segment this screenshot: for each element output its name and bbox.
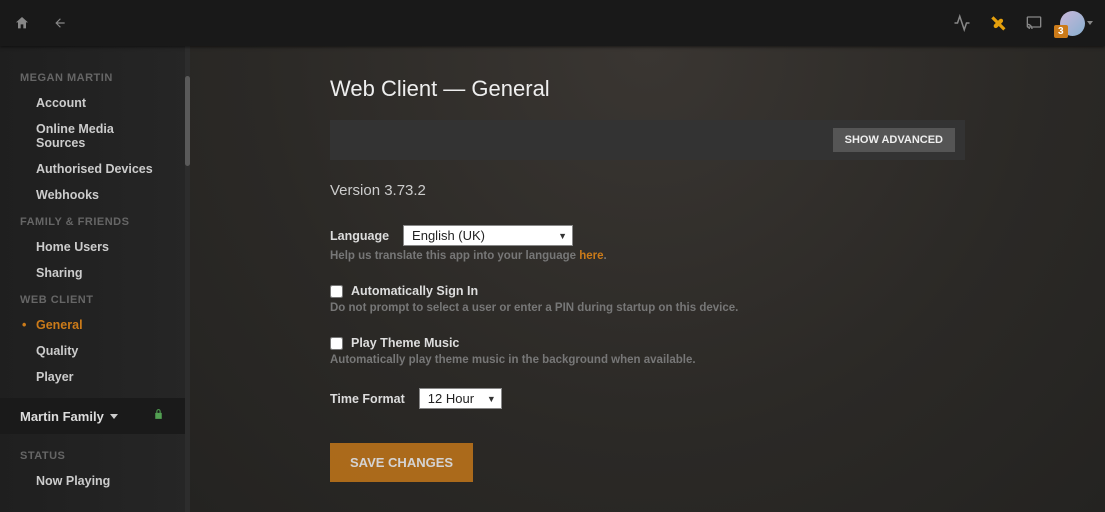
sidebar-item-online-media[interactable]: Online Media Sources <box>0 116 185 156</box>
sidebar-item-account[interactable]: Account <box>0 90 185 116</box>
time-format-label: Time Format <box>330 392 405 406</box>
language-label: Language <box>330 229 389 243</box>
chevron-down-icon <box>1087 21 1093 25</box>
server-name: Martin Family <box>20 409 104 424</box>
server-selector[interactable]: Martin Family <box>0 398 185 434</box>
scrollbar-thumb[interactable] <box>185 76 190 166</box>
back-icon[interactable] <box>50 13 70 33</box>
sidebar: MEGAN MARTIN Account Online Media Source… <box>0 46 185 512</box>
activity-icon[interactable] <box>952 13 972 33</box>
time-format-select[interactable]: 12 Hour <box>419 388 502 409</box>
notification-badge: 3 <box>1054 25 1068 38</box>
theme-music-checkbox[interactable] <box>330 337 343 350</box>
main-content: Web Client — General SHOW ADVANCED Versi… <box>190 46 1105 512</box>
cast-icon[interactable] <box>1024 13 1044 33</box>
tools-icon[interactable] <box>988 13 1008 33</box>
version-text: Version 3.73.2 <box>330 182 965 199</box>
show-advanced-button[interactable]: SHOW ADVANCED <box>833 128 955 152</box>
sidebar-item-general[interactable]: General <box>0 312 185 338</box>
translate-link[interactable]: here <box>579 250 603 262</box>
auto-signin-checkbox[interactable] <box>330 285 343 298</box>
advanced-bar: SHOW ADVANCED <box>330 120 965 160</box>
avatar: 3 <box>1060 11 1085 36</box>
section-header-status: STATUS <box>0 442 185 468</box>
sidebar-item-auth-devices[interactable]: Authorised Devices <box>0 156 185 182</box>
sidebar-item-now-playing[interactable]: Now Playing <box>0 468 185 494</box>
sidebar-item-player[interactable]: Player <box>0 364 185 390</box>
page-title: Web Client — General <box>330 76 965 102</box>
sidebar-item-webhooks[interactable]: Webhooks <box>0 182 185 208</box>
auto-signin-hint: Do not prompt to select a user or enter … <box>330 302 965 314</box>
sidebar-item-quality[interactable]: Quality <box>0 338 185 364</box>
home-icon[interactable] <box>12 13 32 33</box>
chevron-down-icon <box>110 414 118 419</box>
topbar: 3 <box>0 0 1105 46</box>
lock-icon <box>152 408 165 424</box>
section-header-family: FAMILY & FRIENDS <box>0 208 185 234</box>
language-select[interactable]: English (UK) <box>403 225 573 246</box>
theme-music-hint: Automatically play theme music in the ba… <box>330 354 965 366</box>
save-button[interactable]: SAVE CHANGES <box>330 443 473 482</box>
auto-signin-label: Automatically Sign In <box>351 284 478 298</box>
translate-hint: Help us translate this app into your lan… <box>330 250 965 262</box>
theme-music-label: Play Theme Music <box>351 336 459 350</box>
sidebar-item-home-users[interactable]: Home Users <box>0 234 185 260</box>
user-menu[interactable]: 3 <box>1060 11 1093 36</box>
sidebar-scrollbar[interactable] <box>185 46 190 512</box>
section-header-webclient: WEB CLIENT <box>0 286 185 312</box>
section-header-user: MEGAN MARTIN <box>0 64 185 90</box>
sidebar-item-sharing[interactable]: Sharing <box>0 260 185 286</box>
